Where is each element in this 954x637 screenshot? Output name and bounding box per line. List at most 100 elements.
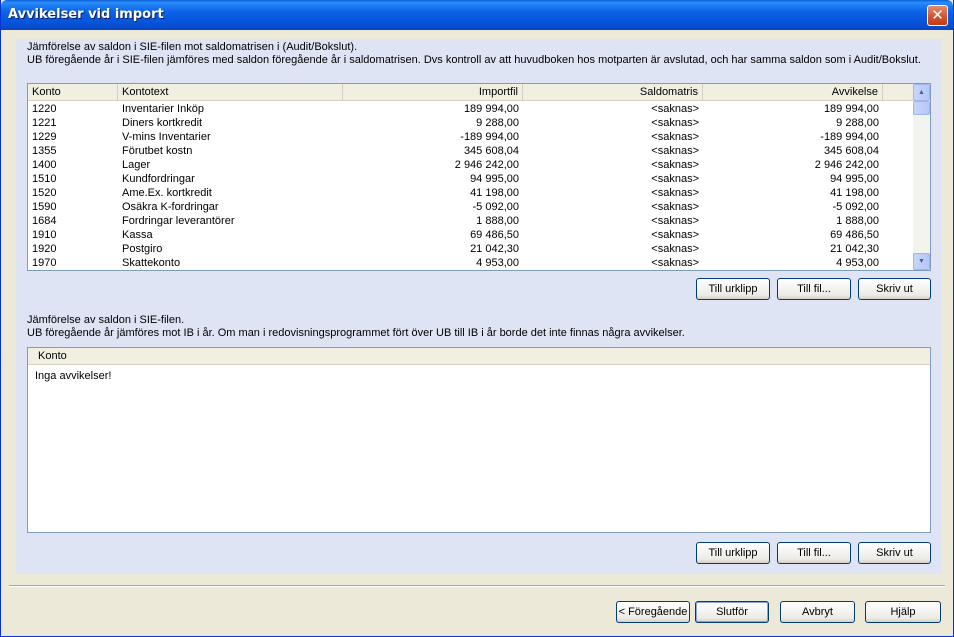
table-row[interactable]: 1220 Inventarier Inköp 189 994,00 <saknas> 1… [28,102,914,116]
scroll-up-icon[interactable]: ▲ [913,84,930,101]
scroll-down-icon[interactable]: ▼ [913,253,930,270]
close-icon[interactable]: ✕ [927,5,948,26]
cell-konto: 1221 [32,117,57,129]
cell-avvikelse: 189 994,00 [823,103,879,115]
cell-konto: 1970 [32,257,57,269]
section1-description: Jämförelse av saldon i SIE-filen mot sal… [27,41,921,67]
cell-kontotext: V-mins Inventarier [122,131,211,143]
column-header-saldomatris[interactable]: Saldomatris [523,84,703,101]
table-row[interactable]: 1355 Förutbet kostn 345 608,04 <saknas> 345 … [28,144,914,158]
section2-clipboard-button[interactable]: Till urklipp [696,542,770,564]
cell-kontotext: Osäkra K-fordringar [122,201,219,213]
cell-avvikelse: 94 995,00 [830,173,879,185]
column-header-kontotext[interactable]: Kontotext [118,84,343,101]
cell-importfil: -5 092,00 [472,201,519,213]
table-row[interactable]: 1590 Osäkra K-fordringar -5 092,00 <saknas>… [28,200,914,214]
cell-avvikelse: 4 953,00 [836,257,879,269]
section2-description: Jämförelse av saldon i SIE-filen. UB för… [27,314,685,340]
cell-avvikelse: -5 092,00 [832,201,879,213]
finish-button[interactable]: Slutför [695,601,769,623]
cell-konto: 1220 [32,103,57,115]
table-row[interactable]: 1684 Fordringar leverantörer 1 888,00 <sakn… [28,214,914,228]
table-row[interactable]: 1400 Lager 2 946 242,00 <saknas> 2 946 242,0… [28,158,914,172]
cell-avvikelse: 2 946 242,00 [814,159,879,171]
cell-importfil: 4 953,00 [476,257,519,269]
vertical-scrollbar[interactable]: ▲ ▼ [913,84,930,270]
content-panel: Jämförelse av saldon i SIE-filen mot sal… [16,39,942,574]
section1-desc-line1: Jämförelse av saldon i SIE-filen mot sal… [27,41,358,53]
cell-kontotext: Lager [122,159,151,171]
cell-kontotext: Kundfordringar [122,173,195,185]
cell-saldomatris: <saknas> [651,145,699,157]
cell-importfil: 41 198,00 [470,187,519,199]
section2-file-button[interactable]: Till fil... [777,542,851,564]
cell-avvikelse: -189 994,00 [820,131,879,143]
ib-ub-comparison-list[interactable]: Konto Inga avvikelser! [27,347,931,533]
column-header-konto[interactable]: Konto [28,84,118,101]
cell-importfil: -189 994,00 [460,131,519,143]
cancel-button[interactable]: Avbryt [780,601,855,623]
column-header-filler [883,84,914,101]
table-row[interactable]: 1970 Skattekonto 4 953,00 <saknas> 4 953,00 [28,256,914,270]
table-row[interactable]: 1221 Diners kortkredit 9 288,00 <saknas> 9 2… [28,116,914,130]
cell-avvikelse: 1 888,00 [836,215,879,227]
account-comparison-list[interactable]: Konto Kontotext Importfil Saldomatris Av… [27,83,931,271]
footer-divider [9,585,945,587]
section1-desc-line2: UB föregående år i SIE-filen jämföres me… [27,54,921,66]
cell-saldomatris: <saknas> [651,103,699,115]
cell-kontotext: Skattekonto [122,257,181,269]
table-row[interactable]: 1910 Kassa 69 486,50 <saknas> 69 486,50 [28,228,914,242]
table-row[interactable]: 1510 Kundfordringar 94 995,00 <saknas> 94 99… [28,172,914,186]
section2-desc-line2: UB föregående år jämföres mot IB i år. O… [27,327,685,339]
column-header-konto-2[interactable]: Konto [28,348,930,365]
cell-avvikelse: 9 288,00 [836,117,879,129]
cell-importfil: 94 995,00 [470,173,519,185]
section1-clipboard-button[interactable]: Till urklipp [696,278,770,300]
cell-saldomatris: <saknas> [651,159,699,171]
cell-avvikelse: 345 608,04 [823,145,879,157]
back-button[interactable]: < Föregående [616,601,690,623]
cell-saldomatris: <saknas> [651,187,699,199]
title-bar[interactable]: Avvikelser vid import ✕ [1,0,953,30]
help-button[interactable]: Hjälp [865,601,941,623]
cell-konto: 1510 [32,173,57,185]
scroll-thumb[interactable] [913,101,930,115]
table-row[interactable]: 1229 V-mins Inventarier -189 994,00 <saknas… [28,130,914,144]
cell-importfil: 9 288,00 [476,117,519,129]
section2-print-button[interactable]: Skriv ut [858,542,931,564]
cell-kontotext: Diners kortkredit [122,117,203,129]
list2-header: Konto [28,348,930,365]
cell-kontotext: Ame.Ex. kortkredit [122,187,212,199]
cell-importfil: 2 946 242,00 [454,159,519,171]
cell-saldomatris: <saknas> [651,257,699,269]
table-row[interactable]: 1520 Ame.Ex. kortkredit 41 198,00 <saknas> 4… [28,186,914,200]
section1-print-button[interactable]: Skriv ut [858,278,931,300]
column-header-avvikelse[interactable]: Avvikelse [703,84,883,101]
cell-konto: 1229 [32,131,57,143]
column-header-importfil[interactable]: Importfil [343,84,523,101]
cell-konto: 1920 [32,243,57,255]
cell-konto: 1400 [32,159,57,171]
empty-message: Inga avvikelser! [35,370,112,382]
cell-konto: 1520 [32,187,57,199]
cell-avvikelse: 41 198,00 [830,187,879,199]
cell-importfil: 1 888,00 [476,215,519,227]
cell-saldomatris: <saknas> [651,117,699,129]
cell-konto: 1684 [32,215,57,227]
window-title: Avvikelser vid import [8,7,164,22]
cell-kontotext: Postgiro [122,243,163,255]
dialog-window: Avvikelser vid import ✕ Jämförelse av sa… [0,0,954,637]
cell-konto: 1355 [32,145,57,157]
cell-importfil: 345 608,04 [463,145,519,157]
table-row[interactable]: 1920 Postgiro 21 042,30 <saknas> 21 042,30 [28,242,914,256]
cell-avvikelse: 21 042,30 [830,243,879,255]
cell-saldomatris: <saknas> [651,201,699,213]
cell-kontotext: Kassa [122,229,153,241]
cell-saldomatris: <saknas> [651,229,699,241]
cell-avvikelse: 69 486,50 [830,229,879,241]
section1-file-button[interactable]: Till fil... [777,278,851,300]
cell-kontotext: Inventarier Inköp [122,103,204,115]
cell-kontotext: Förutbet kostn [122,145,193,157]
cell-importfil: 21 042,30 [470,243,519,255]
cell-konto: 1590 [32,201,57,213]
